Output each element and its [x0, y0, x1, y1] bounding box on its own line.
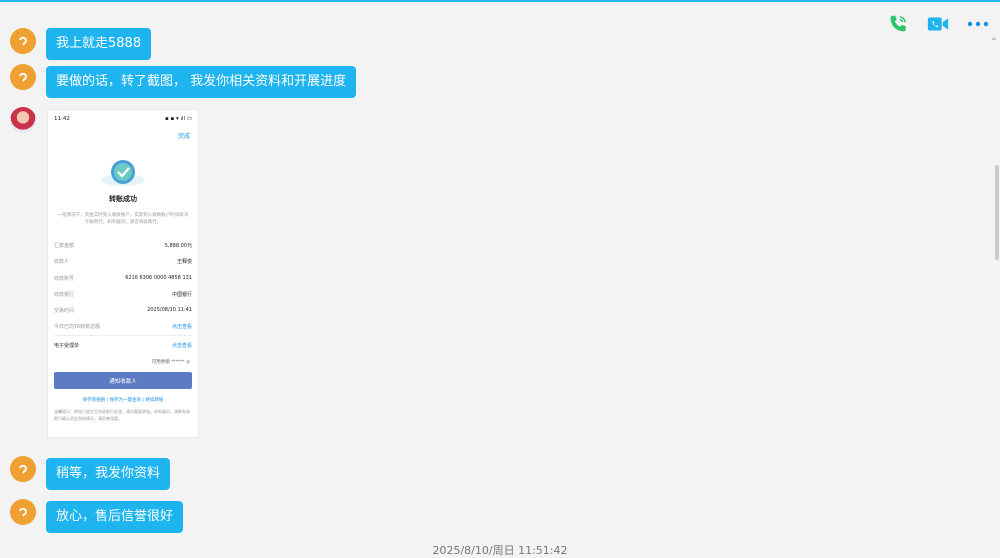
transfer-title: 转账成功 — [109, 195, 137, 203]
more-icon — [967, 21, 989, 27]
detail-row: 收款银行 中国银行 — [54, 291, 192, 298]
notify-payee-button: 通知收款人 — [54, 372, 192, 389]
chat-message: 放心，售后信誉很好 — [10, 499, 184, 533]
scrollbar[interactable] — [994, 0, 1000, 557]
phone-call-icon — [890, 15, 907, 32]
scrollbar-thumb[interactable] — [995, 165, 999, 260]
divider — [54, 335, 192, 336]
balance-text: 可用余额 ****** ◎ — [151, 360, 190, 365]
success-check-icon — [98, 154, 148, 190]
transfer-screenshot-image[interactable]: 11:42 ▪ ▪ ▾ ıll ▭ 完成 转账成功 一般情况下，资金实时到入收款… — [47, 109, 199, 438]
avatar[interactable] — [10, 456, 36, 482]
voice-call-button[interactable] — [886, 12, 910, 36]
detail-row: 收款人 王释悦 — [54, 259, 192, 266]
chat-message-image — [10, 107, 36, 133]
avatar[interactable] — [10, 107, 36, 133]
message-bubble[interactable]: 放心，售后信誉很好 — [46, 501, 184, 533]
message-bubble[interactable]: 我上就走5888 — [46, 28, 152, 60]
avatar[interactable] — [10, 28, 36, 54]
avatar[interactable] — [10, 64, 36, 90]
avatar-logo-icon — [19, 72, 27, 82]
chat-message: 要做的话，转了截图， 我发你相关资料和开展进度 — [10, 64, 357, 98]
receipt-row: 电子受理单 点击查看 — [54, 343, 192, 349]
video-call-button[interactable] — [926, 12, 950, 36]
chat-message: 稍等，我发你资料 — [10, 456, 171, 490]
more-button[interactable] — [966, 12, 990, 36]
tip-text: 温馨提示：转账已提交至所收款行处理，请勿重复转账。如有疑问，请联系收款行确认资金… — [54, 409, 190, 421]
detail-row: 今日已向TA转账总额 点击查看 — [54, 324, 192, 331]
avatar-logo-icon — [19, 507, 27, 517]
chat-message: 我上就走5888 — [10, 22, 152, 60]
message-bubble[interactable]: 要做的话，转了截图， 我发你相关资料和开展进度 — [46, 66, 357, 98]
avatar[interactable] — [10, 499, 36, 525]
detail-row: 收款账号 6216 6306 0000 4858 131 — [54, 274, 192, 282]
message-bubble[interactable]: 稍等，我发你资料 — [46, 458, 171, 490]
scroll-up-icon[interactable]: ⌃ — [990, 37, 998, 48]
window-top-border — [0, 0, 1000, 2]
message-timestamp: 2025/8/10/周日 11:51:42 — [432, 544, 568, 557]
done-link: 完成 — [177, 133, 190, 140]
phone-status-bar: 11:42 ▪ ▪ ▾ ıll ▭ — [54, 116, 192, 122]
status-icons: ▪ ▪ ▾ ıll ▭ — [165, 116, 192, 122]
video-call-icon — [927, 17, 949, 31]
action-links: 保存到相册 | 保存为一键查询 | 继续转账 — [82, 398, 164, 403]
chat-toolbar — [886, 12, 990, 36]
detail-row: 汇款金额 5,888.00元 — [54, 243, 192, 249]
avatar-logo-icon — [19, 464, 27, 474]
transfer-description: 一般情况下，资金实时到入收款账户，实际到入收款账户时间取决于收款行。如有疑问，请… — [57, 213, 189, 225]
transfer-details: 汇款金额 5,888.00元 收款人 王释悦 收款账号 6216 6306 0000 … — [54, 242, 192, 340]
avatar-logo-icon — [19, 36, 27, 46]
detail-row: 交易时间 2025/08/10 11:41 — [54, 307, 192, 315]
